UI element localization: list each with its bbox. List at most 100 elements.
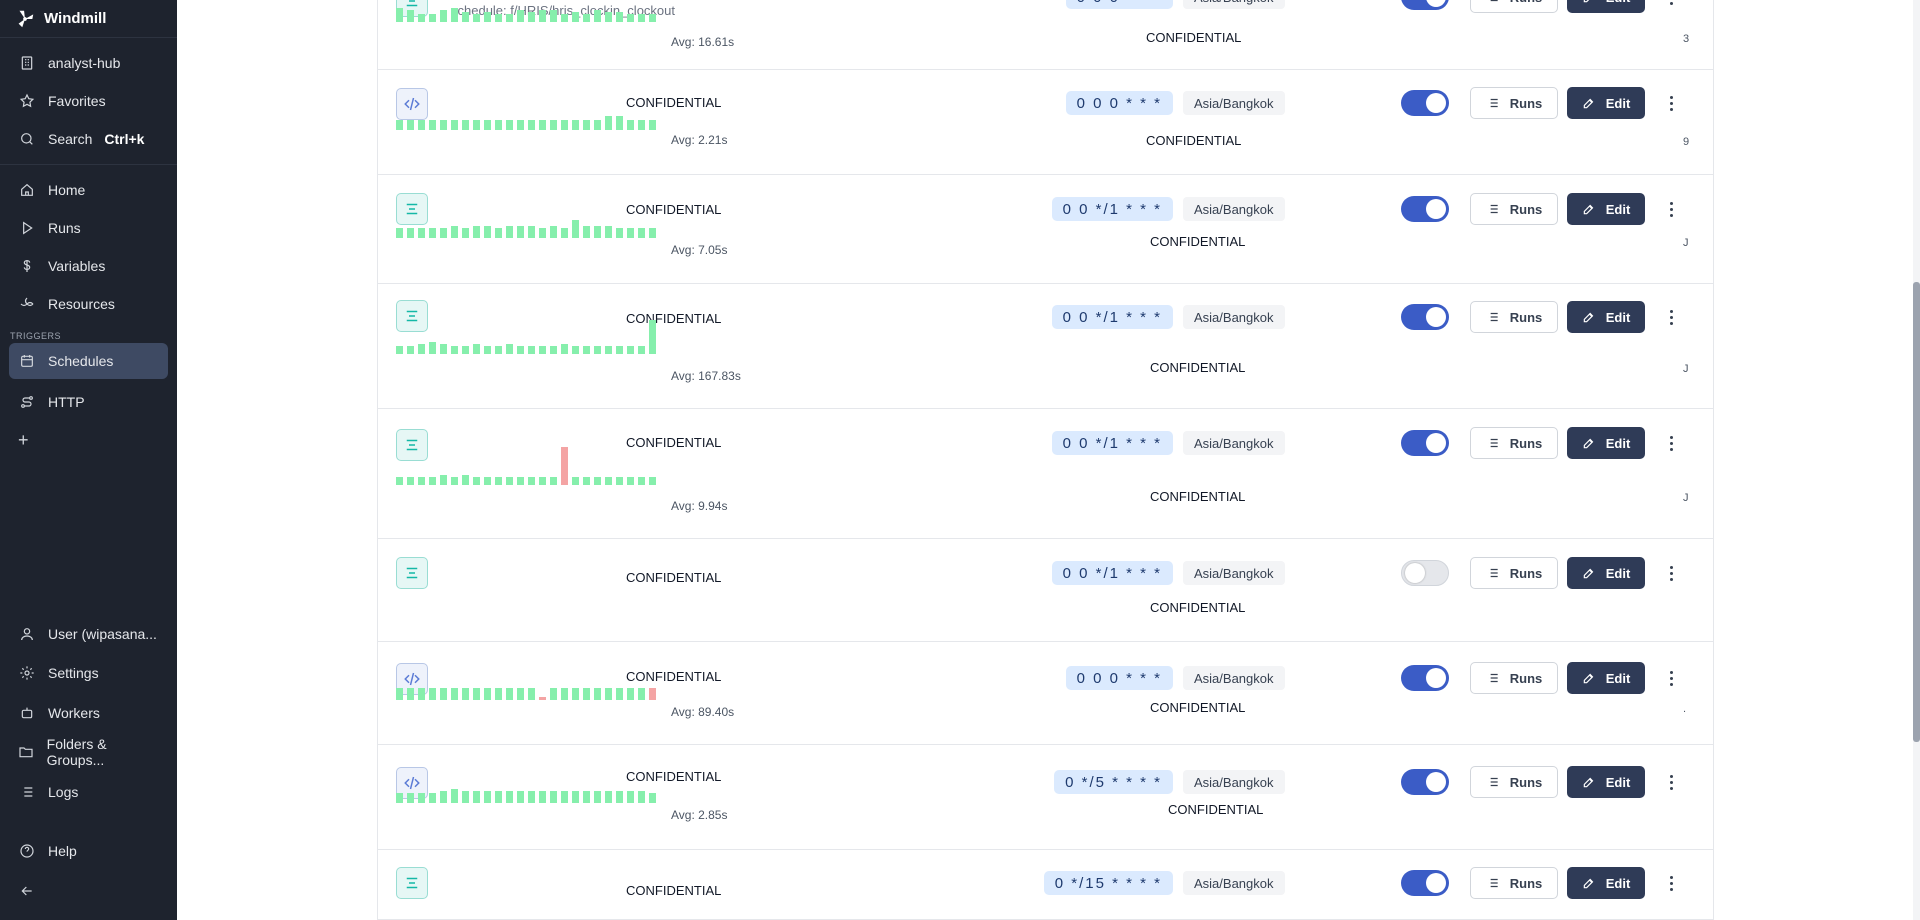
run-bar[interactable] bbox=[627, 120, 634, 130]
run-bar[interactable] bbox=[418, 120, 425, 130]
run-bar[interactable] bbox=[418, 14, 425, 22]
run-bar[interactable] bbox=[462, 475, 469, 485]
enable-toggle[interactable] bbox=[1401, 870, 1449, 896]
run-bar[interactable] bbox=[462, 791, 469, 803]
run-bar[interactable] bbox=[407, 228, 414, 238]
run-bar[interactable] bbox=[605, 477, 612, 485]
run-bar[interactable] bbox=[506, 477, 513, 485]
sidebar-item-help[interactable]: Help bbox=[0, 832, 177, 872]
run-bar[interactable] bbox=[473, 477, 480, 485]
run-bar[interactable] bbox=[572, 120, 579, 130]
run-bar[interactable] bbox=[517, 120, 524, 130]
enable-toggle[interactable] bbox=[1401, 196, 1449, 222]
sidebar-item-runs[interactable]: Runs bbox=[0, 209, 177, 247]
run-bar[interactable] bbox=[495, 228, 502, 238]
run-bar[interactable] bbox=[462, 228, 469, 238]
runs-button[interactable]: Runs bbox=[1470, 557, 1558, 589]
more-options-icon[interactable] bbox=[1663, 770, 1679, 794]
run-bar[interactable] bbox=[605, 12, 612, 22]
enable-toggle[interactable] bbox=[1401, 0, 1449, 10]
run-bar[interactable] bbox=[583, 346, 590, 354]
more-options-icon[interactable] bbox=[1663, 561, 1679, 585]
run-bar[interactable] bbox=[462, 12, 469, 22]
run-bar[interactable] bbox=[528, 346, 535, 354]
run-bar[interactable] bbox=[396, 120, 403, 130]
runs-button[interactable]: Runs bbox=[1470, 662, 1558, 694]
run-bar[interactable] bbox=[517, 346, 524, 354]
run-bar[interactable] bbox=[407, 10, 414, 22]
more-options-icon[interactable] bbox=[1663, 197, 1679, 221]
run-bar[interactable] bbox=[528, 226, 535, 238]
run-bar[interactable] bbox=[605, 116, 612, 130]
run-bar[interactable] bbox=[517, 791, 524, 803]
brand[interactable]: Windmill bbox=[0, 0, 177, 38]
run-bar[interactable] bbox=[495, 346, 502, 354]
run-bar[interactable] bbox=[616, 688, 623, 700]
sidebar-item-workers[interactable]: Workers bbox=[0, 693, 177, 733]
run-bar[interactable] bbox=[594, 688, 601, 700]
run-bar[interactable] bbox=[539, 791, 546, 803]
run-bar[interactable] bbox=[572, 688, 579, 700]
run-bar[interactable] bbox=[539, 120, 546, 130]
run-bar[interactable] bbox=[638, 791, 645, 803]
run-bar[interactable] bbox=[649, 14, 656, 22]
run-bar[interactable] bbox=[528, 12, 535, 22]
run-bar[interactable] bbox=[605, 688, 612, 700]
run-bar[interactable] bbox=[583, 226, 590, 238]
run-bar[interactable] bbox=[649, 228, 656, 238]
runs-button[interactable]: Runs bbox=[1470, 301, 1558, 333]
run-bar[interactable] bbox=[583, 120, 590, 130]
edit-button[interactable]: Edit bbox=[1567, 193, 1645, 225]
run-bar[interactable] bbox=[407, 477, 414, 485]
sidebar-item-user[interactable]: User (wipasana... bbox=[0, 614, 177, 654]
more-options-icon[interactable] bbox=[1663, 431, 1679, 455]
run-bar[interactable] bbox=[495, 477, 502, 485]
run-bar[interactable] bbox=[506, 14, 513, 22]
run-bar[interactable] bbox=[506, 688, 513, 700]
run-bar[interactable] bbox=[572, 220, 579, 238]
run-bar[interactable] bbox=[528, 688, 535, 700]
runs-button[interactable]: Runs bbox=[1470, 427, 1558, 459]
run-bar[interactable] bbox=[407, 688, 414, 700]
run-bar[interactable] bbox=[396, 793, 403, 803]
run-bar[interactable] bbox=[594, 226, 601, 238]
run-bar[interactable] bbox=[583, 688, 590, 700]
run-bar[interactable] bbox=[396, 346, 403, 354]
edit-button[interactable]: Edit bbox=[1567, 867, 1645, 899]
run-bar[interactable] bbox=[451, 477, 458, 485]
run-bar[interactable] bbox=[418, 793, 425, 803]
sidebar-item-http[interactable]: HTTP bbox=[0, 383, 177, 421]
run-bar[interactable] bbox=[429, 793, 436, 803]
run-bar[interactable] bbox=[473, 688, 480, 700]
run-bar[interactable] bbox=[561, 688, 568, 700]
run-bar[interactable] bbox=[473, 344, 480, 354]
enable-toggle[interactable] bbox=[1401, 665, 1449, 691]
run-bar[interactable] bbox=[616, 228, 623, 238]
run-bar[interactable] bbox=[583, 477, 590, 485]
run-bar[interactable] bbox=[638, 688, 645, 700]
run-bar[interactable] bbox=[484, 477, 491, 485]
run-bar[interactable] bbox=[440, 120, 447, 130]
enable-toggle[interactable] bbox=[1401, 560, 1449, 586]
run-bar[interactable] bbox=[517, 688, 524, 700]
run-bar[interactable] bbox=[451, 8, 458, 22]
run-bar[interactable] bbox=[616, 346, 623, 354]
scrollbar-thumb[interactable] bbox=[1913, 282, 1920, 742]
enable-toggle[interactable] bbox=[1401, 304, 1449, 330]
run-bar[interactable] bbox=[506, 791, 513, 803]
run-bar[interactable] bbox=[495, 14, 502, 22]
run-bar[interactable] bbox=[429, 228, 436, 238]
run-bar[interactable] bbox=[561, 14, 568, 22]
runs-button[interactable]: Runs bbox=[1470, 766, 1558, 798]
run-bar[interactable] bbox=[473, 14, 480, 22]
run-bar[interactable] bbox=[627, 14, 634, 22]
run-bar[interactable] bbox=[407, 120, 414, 130]
schedule-name[interactable]: CONFIDENTIAL bbox=[626, 570, 721, 585]
run-bar[interactable] bbox=[638, 477, 645, 485]
more-options-icon[interactable] bbox=[1663, 91, 1679, 115]
collapse-sidebar-button[interactable] bbox=[0, 871, 177, 911]
run-bar[interactable] bbox=[517, 477, 524, 485]
run-bar[interactable] bbox=[473, 226, 480, 238]
edit-button[interactable]: Edit bbox=[1567, 662, 1645, 694]
run-bar[interactable] bbox=[396, 477, 403, 485]
